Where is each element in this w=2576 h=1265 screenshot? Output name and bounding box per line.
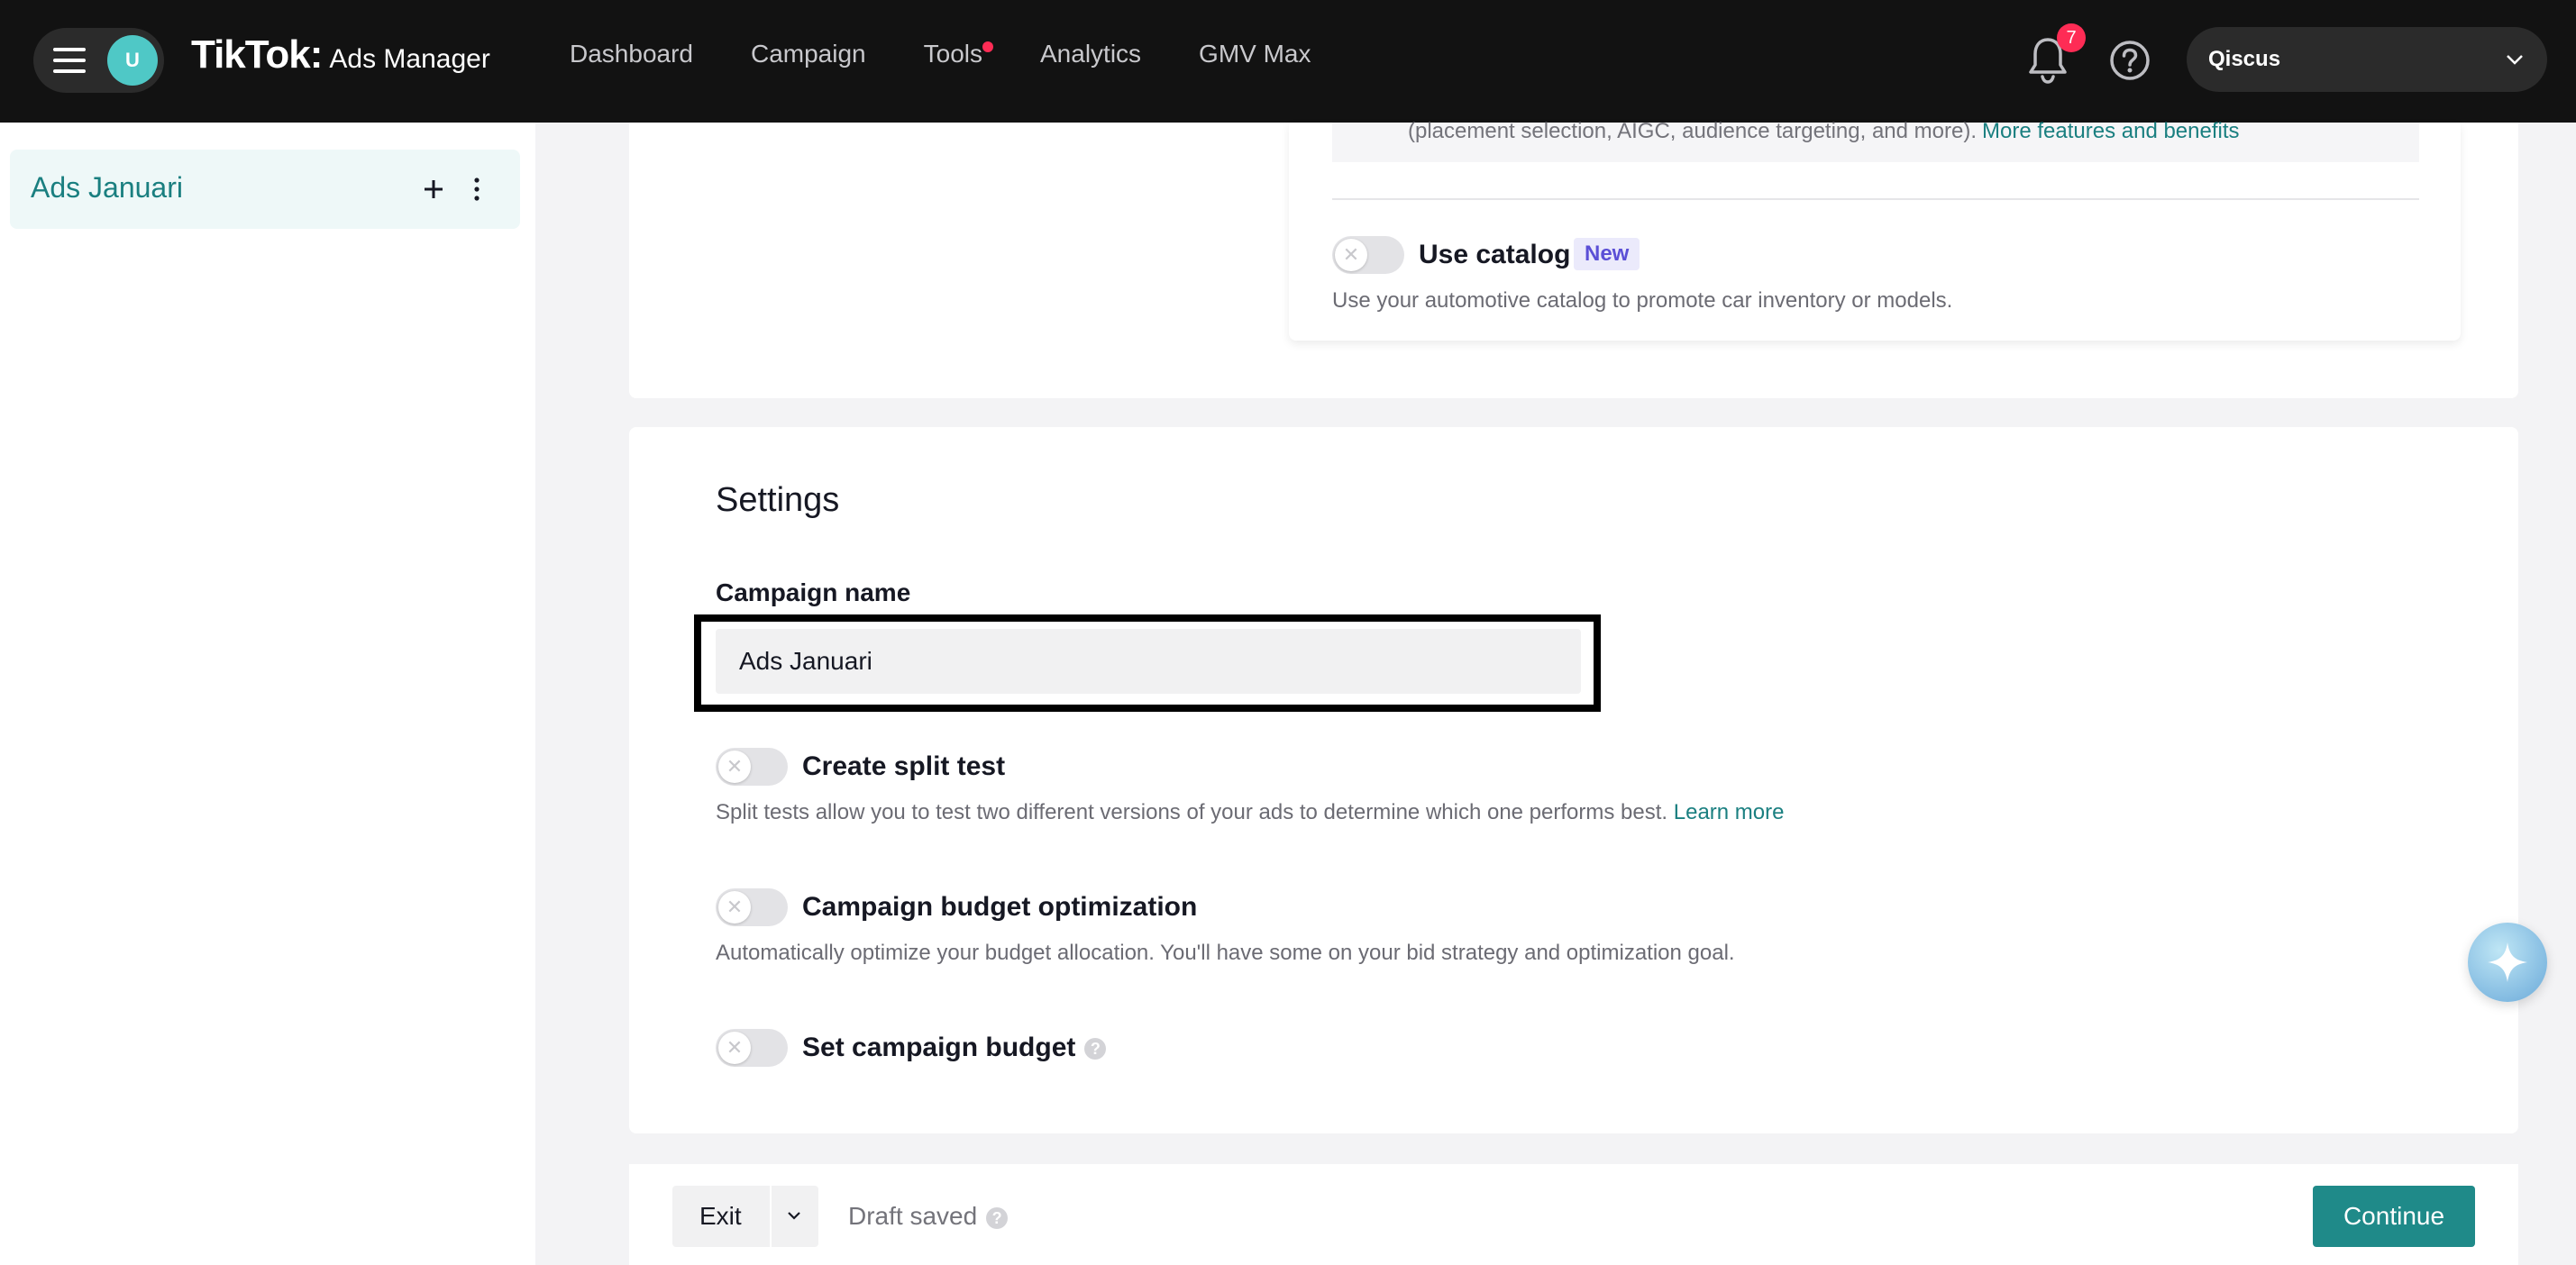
campaign-budget-toggle[interactable]: ✕ bbox=[716, 1029, 788, 1067]
settings-title: Settings bbox=[716, 481, 840, 519]
menu-pill[interactable]: U bbox=[33, 28, 164, 93]
logo-main: TikTok: bbox=[191, 32, 323, 77]
question-mark-icon[interactable]: ? bbox=[986, 1206, 1009, 1229]
divider bbox=[1332, 198, 2419, 200]
exit-button-group[interactable]: Exit bbox=[672, 1186, 818, 1247]
hamburger-menu-icon[interactable] bbox=[53, 48, 86, 73]
split-test-helper: Split tests allow you to test two differ… bbox=[716, 800, 1784, 825]
top-navigation-bar: U TikTok: Ads Manager Dashboard Campaign… bbox=[0, 0, 2576, 123]
account-selector[interactable]: Qiscus bbox=[2187, 27, 2547, 92]
help-icon[interactable] bbox=[2109, 40, 2151, 81]
tiktok-ads-manager-logo[interactable]: TikTok: Ads Manager bbox=[191, 32, 490, 83]
cbo-helper: Automatically optimize your budget alloc… bbox=[716, 941, 1735, 965]
cbo-label: Campaign budget optimization bbox=[802, 892, 1198, 922]
catalog-panel: (placement selection, AIGC, audience tar… bbox=[1289, 119, 2461, 341]
new-badge: New bbox=[1574, 238, 1640, 270]
sidebar-item-label: Ads Januari bbox=[31, 171, 183, 204]
bottom-action-bar: Exit Draft saved? Continue bbox=[629, 1164, 2518, 1265]
nav-tools[interactable]: Tools bbox=[923, 40, 993, 68]
tools-notification-dot bbox=[982, 41, 993, 52]
campaign-name-highlight bbox=[694, 614, 1601, 712]
plus-icon[interactable] bbox=[421, 177, 446, 202]
account-name: Qiscus bbox=[2208, 47, 2281, 71]
campaign-budget-label: Set campaign budget? bbox=[802, 1033, 1107, 1063]
info-text: (placement selection, AIGC, audience tar… bbox=[1408, 119, 2240, 144]
notification-count-badge: 7 bbox=[2057, 23, 2086, 52]
objective-card: (placement selection, AIGC, audience tar… bbox=[629, 119, 2518, 398]
more-features-link[interactable]: More features and benefits bbox=[1982, 119, 2240, 143]
settings-card: Settings Campaign name ✕ Create split te… bbox=[629, 427, 2518, 1133]
split-test-description: Split tests allow you to test two differ… bbox=[716, 800, 1668, 824]
sidebar: Ads Januari bbox=[0, 123, 535, 1265]
nav-campaign[interactable]: Campaign bbox=[751, 40, 866, 68]
split-test-toggle[interactable]: ✕ bbox=[716, 748, 788, 786]
close-icon: ✕ bbox=[1335, 239, 1367, 271]
learn-more-link[interactable]: Learn more bbox=[1674, 800, 1785, 824]
exit-button[interactable]: Exit bbox=[699, 1202, 742, 1231]
use-catalog-label: Use catalog bbox=[1419, 240, 1571, 269]
sidebar-item-ads-januari[interactable]: Ads Januari bbox=[10, 150, 520, 229]
chevron-down-icon bbox=[2507, 55, 2523, 65]
draft-status-text: Draft saved bbox=[848, 1202, 978, 1230]
question-mark-icon[interactable]: ? bbox=[1084, 1038, 1107, 1060]
nav-dashboard[interactable]: Dashboard bbox=[570, 40, 693, 68]
main-nav: Dashboard Campaign Tools Analytics GMV M… bbox=[570, 40, 1369, 68]
exit-separator bbox=[770, 1186, 772, 1247]
campaign-budget-text: Set campaign budget bbox=[802, 1033, 1076, 1062]
nav-tools-label: Tools bbox=[923, 40, 982, 68]
catalog-helper-text: Use your automotive catalog to promote c… bbox=[1332, 288, 1953, 313]
chevron-down-icon[interactable] bbox=[784, 1206, 804, 1225]
campaign-name-label: Campaign name bbox=[716, 578, 911, 606]
logo-sub: Ads Manager bbox=[329, 44, 490, 74]
use-catalog-toggle[interactable]: ✕ bbox=[1332, 236, 1404, 274]
info-strip: (placement selection, AIGC, audience tar… bbox=[1332, 119, 2419, 162]
continue-button[interactable]: Continue bbox=[2313, 1186, 2475, 1247]
more-options-icon[interactable] bbox=[471, 175, 482, 204]
sparkle-icon bbox=[2488, 942, 2527, 982]
ai-assistant-button[interactable] bbox=[2468, 923, 2547, 1002]
close-icon: ✕ bbox=[718, 751, 751, 783]
draft-status: Draft saved? bbox=[848, 1202, 1009, 1231]
nav-analytics[interactable]: Analytics bbox=[1040, 40, 1141, 68]
close-icon: ✕ bbox=[718, 891, 751, 924]
close-icon: ✕ bbox=[718, 1032, 751, 1064]
avatar[interactable]: U bbox=[107, 35, 158, 86]
split-test-label: Create split test bbox=[802, 751, 1006, 781]
nav-gmv-max[interactable]: GMV Max bbox=[1199, 40, 1311, 68]
cbo-toggle[interactable]: ✕ bbox=[716, 888, 788, 926]
campaign-name-input[interactable] bbox=[716, 629, 1581, 694]
info-description: (placement selection, AIGC, audience tar… bbox=[1408, 119, 1978, 143]
